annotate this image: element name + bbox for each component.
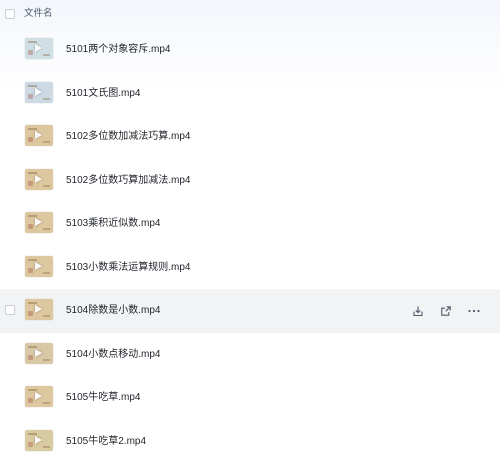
file-name[interactable]: 5104小数点移动.mp4 bbox=[66, 348, 160, 361]
file-list-page: 文件名 5101两个对象容斥.mp4 5101文氏图.mp4 5102多位数加减… bbox=[0, 0, 500, 458]
video-play-icon bbox=[35, 348, 42, 357]
video-thumbnail[interactable] bbox=[25, 342, 53, 364]
file-row[interactable]: 5104小数点移动.mp4 bbox=[0, 333, 500, 377]
video-thumbnail[interactable] bbox=[25, 38, 53, 59]
video-play-icon bbox=[35, 174, 42, 183]
file-row[interactable]: 5102多位数加减法巧算.mp4 bbox=[0, 115, 500, 159]
video-play-icon bbox=[35, 131, 42, 139]
file-name[interactable]: 5105牛吃草.mp4 bbox=[66, 391, 140, 404]
file-row[interactable]: 5101文氏图.mp4 bbox=[0, 72, 500, 116]
file-row[interactable]: 5105牛吃草2.mp4 bbox=[0, 420, 500, 458]
file-row[interactable]: 5103乘积近似数.mp4 bbox=[0, 202, 500, 246]
video-play-icon bbox=[35, 87, 42, 96]
video-play-icon bbox=[35, 218, 42, 226]
row-actions bbox=[408, 301, 492, 321]
file-name[interactable]: 5102多位数加减法巧算.mp4 bbox=[66, 130, 190, 143]
video-thumbnail[interactable] bbox=[25, 168, 53, 190]
video-thumbnail[interactable] bbox=[25, 212, 53, 233]
file-row[interactable]: 5101两个对象容斥.mp4 bbox=[0, 28, 500, 72]
file-name[interactable]: 5105牛吃草2.mp4 bbox=[66, 435, 146, 448]
file-row[interactable]: 5105牛吃草.mp4 bbox=[0, 376, 500, 420]
video-thumbnail[interactable] bbox=[25, 255, 53, 277]
file-name[interactable]: 5103乘积近似数.mp4 bbox=[66, 217, 160, 230]
file-name[interactable]: 5101两个对象容斥.mp4 bbox=[66, 43, 170, 56]
select-all-checkbox[interactable] bbox=[5, 9, 15, 19]
file-name[interactable]: 5103小数乘法运算规则.mp4 bbox=[66, 261, 190, 274]
file-list-header: 文件名 bbox=[0, 0, 500, 28]
file-list: 5101两个对象容斥.mp4 5101文氏图.mp4 5102多位数加减法巧算.… bbox=[0, 28, 500, 458]
file-name[interactable]: 5101文氏图.mp4 bbox=[66, 87, 140, 100]
video-play-icon bbox=[35, 435, 42, 444]
video-play-icon bbox=[35, 392, 42, 400]
filename-column-header[interactable]: 文件名 bbox=[24, 8, 53, 20]
video-thumbnail[interactable] bbox=[25, 429, 53, 451]
row-checkbox[interactable] bbox=[5, 305, 15, 315]
more-icon[interactable] bbox=[464, 301, 484, 321]
file-name[interactable]: 5102多位数巧算加减法.mp4 bbox=[66, 174, 190, 187]
share-icon[interactable] bbox=[436, 301, 456, 321]
video-thumbnail[interactable] bbox=[25, 125, 53, 146]
video-play-icon bbox=[35, 305, 42, 313]
download-icon[interactable] bbox=[408, 301, 428, 321]
file-name[interactable]: 5104除数是小数.mp4 bbox=[66, 304, 160, 317]
file-row[interactable]: 5103小数乘法运算规则.mp4 bbox=[0, 246, 500, 290]
video-play-icon bbox=[35, 261, 42, 270]
file-row[interactable]: 5102多位数巧算加减法.mp4 bbox=[0, 159, 500, 203]
video-thumbnail[interactable] bbox=[25, 299, 53, 320]
video-thumbnail[interactable] bbox=[25, 81, 53, 103]
video-play-icon bbox=[35, 44, 42, 52]
file-row[interactable]: 5104除数是小数.mp4 bbox=[0, 289, 500, 333]
video-thumbnail[interactable] bbox=[25, 386, 53, 407]
